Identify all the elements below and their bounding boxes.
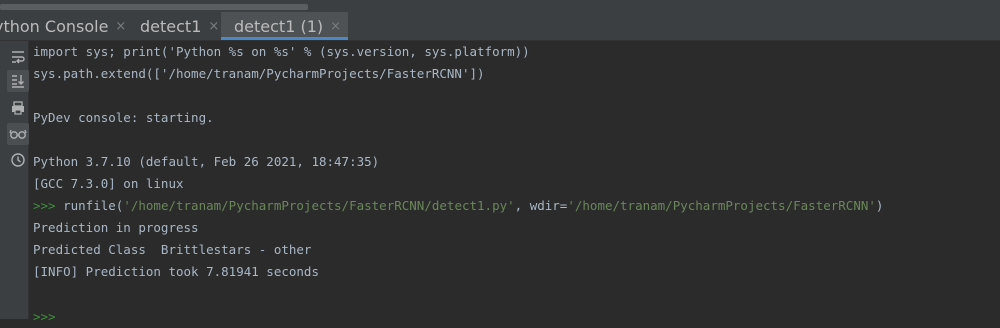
console-line: PyDev console: starting. <box>33 110 214 125</box>
command-close: ) <box>875 198 884 213</box>
tab-python-console[interactable]: ython Console × <box>0 12 128 40</box>
soft-wrap-icon[interactable] <box>7 46 29 68</box>
console-command-line: >>> runfile('/home/tranam/PycharmProject… <box>33 195 883 217</box>
show-variables-icon[interactable] <box>7 123 29 145</box>
console-line: Prediction in progress <box>33 220 199 235</box>
input-prompt[interactable]: >>> <box>33 306 56 328</box>
console-line: import sys; print('Python %s on %s' % (s… <box>33 44 530 59</box>
console-line: sys.path.extend(['/home/tranam/PycharmPr… <box>33 66 485 81</box>
console-line: [INFO] Prediction took 7.81941 seconds <box>33 264 319 279</box>
console-line: Predicted Class Brittlestars - other <box>33 242 312 257</box>
tab-label: ython Console <box>0 16 109 36</box>
print-icon[interactable] <box>7 97 29 119</box>
console-output[interactable]: import sys; print('Python %s on %s' % (s… <box>33 41 1000 324</box>
vertical-scrollbar[interactable] <box>992 41 1000 319</box>
top-scrollbar-thumb[interactable] <box>0 4 308 10</box>
console-toolbar <box>0 41 29 319</box>
tab-label: detect1 <box>140 16 202 36</box>
tab-label: detect1 (1) <box>234 16 324 36</box>
command-function: runfile( <box>55 198 124 213</box>
console-line: Python 3.7.10 (default, Feb 26 2021, 18:… <box>33 154 380 169</box>
tab-detect1-1[interactable]: detect1 (1) × <box>221 12 348 40</box>
close-icon[interactable]: × <box>330 19 341 34</box>
command-file-arg: '/home/tranam/PycharmProjects/FasterRCNN… <box>123 198 515 213</box>
top-scrollbar[interactable] <box>0 0 1000 12</box>
scroll-to-end-icon[interactable] <box>7 70 29 92</box>
history-icon[interactable] <box>7 149 29 171</box>
console-line: [GCC 7.3.0] on linux <box>33 176 184 191</box>
tab-bar: ython Console × detect1 × detect1 (1) × <box>0 12 1000 41</box>
tab-detect1[interactable]: detect1 × <box>128 12 221 40</box>
close-icon[interactable]: × <box>115 19 126 34</box>
command-separator: , wdir= <box>514 198 568 213</box>
close-icon[interactable]: × <box>208 19 219 34</box>
prompt: >>> <box>33 198 56 213</box>
command-wdir-arg: '/home/tranam/PycharmProjects/FasterRCNN… <box>567 198 876 213</box>
